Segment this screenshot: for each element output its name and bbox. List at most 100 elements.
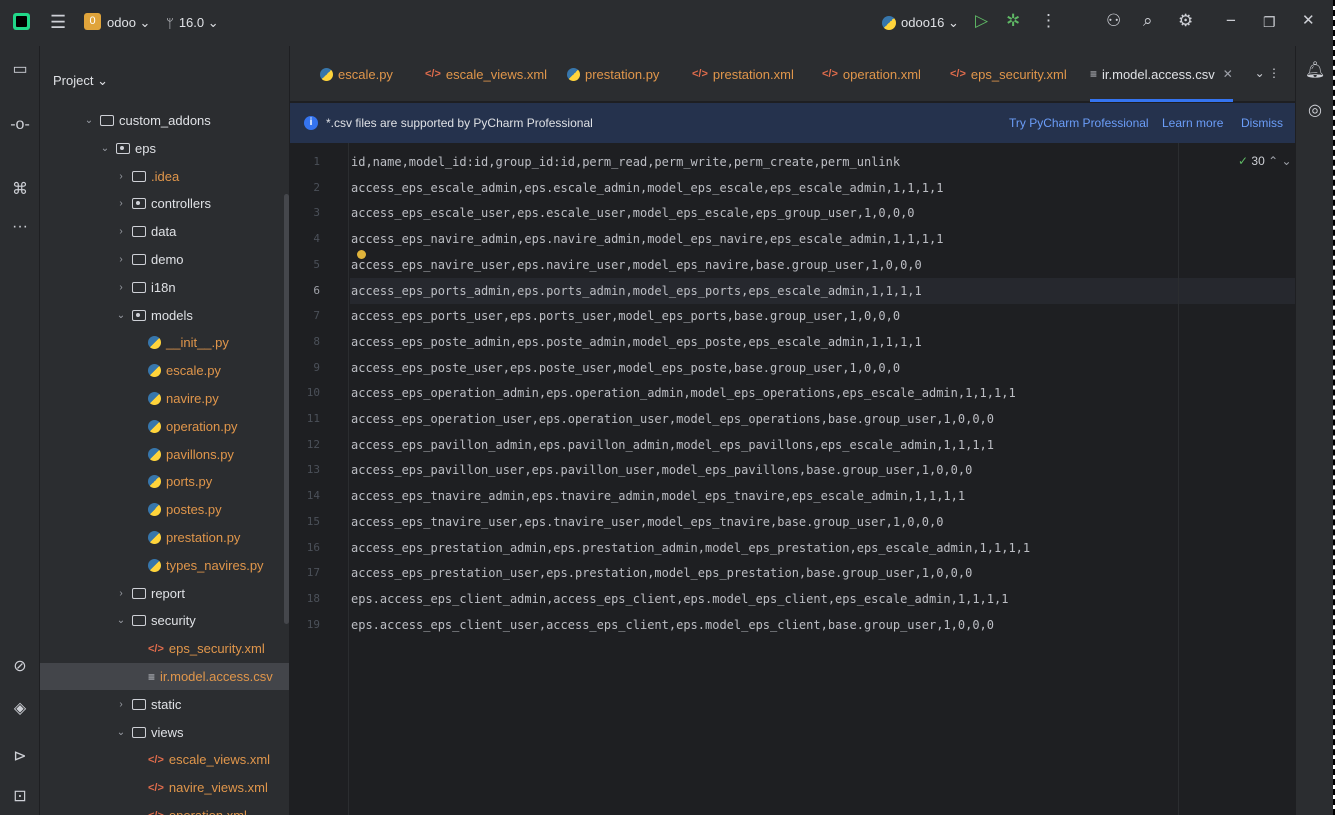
code-line[interactable]: access_eps_pavillon_user,eps.pavillon_us… [350, 457, 1295, 483]
chevron-right-icon[interactable]: › [114, 254, 128, 265]
code-line[interactable]: id,name,model_id:id,group_id:id,perm_rea… [350, 149, 1295, 175]
code-line[interactable]: access_eps_operation_admin,eps.operation… [350, 380, 1295, 406]
chevron-right-icon[interactable]: › [114, 699, 128, 710]
run-icon[interactable]: ▷ [975, 11, 988, 31]
tree-item[interactable]: types_navires.py [40, 552, 289, 579]
tree-item[interactable]: postes.py [40, 496, 289, 523]
code-line[interactable]: eps.access_eps_client_user,access_eps_cl… [350, 612, 1295, 638]
chevron-down-icon[interactable]: ⌄ [114, 727, 128, 738]
tree-item[interactable]: › i18n [40, 274, 289, 301]
chevron-right-icon[interactable]: › [114, 588, 128, 599]
code-line[interactable]: access_eps_operation_user,eps.operation_… [350, 406, 1295, 432]
editor-tab[interactable]: </> prestation.xml [692, 46, 794, 102]
code-line[interactable]: access_eps_ports_user,eps.ports_user,mod… [350, 303, 1295, 329]
services-icon[interactable]: ⊳ [0, 746, 40, 766]
search-icon[interactable]: ⌕ [1143, 11, 1153, 31]
tree-item[interactable]: </> navire_views.xml [40, 774, 289, 801]
code-line[interactable]: access_eps_tnavire_user,eps.tnavire_user… [350, 509, 1295, 535]
project-panel-title[interactable]: Project ⌄ [53, 73, 108, 89]
tree-item[interactable]: › controllers [40, 190, 289, 217]
editor-tab[interactable]: prestation.py [567, 46, 659, 102]
debug-icon[interactable]: ✲ [1006, 11, 1020, 31]
tree-item[interactable]: </> escale_views.xml [40, 746, 289, 773]
tree-item[interactable]: ≡ ir.model.access.csv [40, 663, 289, 690]
chevron-right-icon[interactable]: › [114, 282, 128, 293]
chevron-down-icon[interactable]: ⌄ [82, 115, 96, 126]
tree-item[interactable]: ⌄ security [40, 607, 289, 634]
code-line[interactable]: access_eps_prestation_user,eps.prestatio… [350, 560, 1295, 586]
code-line[interactable]: eps.access_eps_client_admin,access_eps_c… [350, 586, 1295, 612]
python-console-icon[interactable]: ⊘ [0, 656, 40, 676]
editor-tab[interactable]: </> eps_security.xml [950, 46, 1067, 102]
tree-item[interactable]: __init__.py [40, 329, 289, 356]
intention-bulb-icon[interactable] [357, 250, 366, 259]
code-line[interactable]: access_eps_navire_admin,eps.navire_admin… [350, 226, 1295, 252]
learn-more-link[interactable]: Learn more [1162, 116, 1223, 130]
run-config-selector[interactable]: odoo16 ⌄ [882, 15, 959, 31]
try-professional-link[interactable]: Try PyCharm Professional [1009, 116, 1149, 130]
ai-assistant-icon[interactable]: ◎ [1296, 100, 1334, 120]
tree-item[interactable]: ports.py [40, 468, 289, 495]
dismiss-link[interactable]: Dismiss [1241, 116, 1283, 130]
inspection-nav-icon[interactable]: ⌃ ⌄ [1268, 154, 1291, 168]
tree-item[interactable]: ⌄ views [40, 719, 289, 746]
tree-item[interactable]: ⌄ custom_addons [40, 107, 289, 134]
chevron-right-icon[interactable]: › [114, 226, 128, 237]
add-user-icon[interactable]: ⚇ [1106, 11, 1121, 31]
tab-list-menu-icon[interactable]: ⌄ ⋮ [1255, 66, 1280, 80]
tree-item[interactable]: › demo [40, 246, 289, 273]
branch-selector[interactable]: ᛘ 16.0 ⌄ [166, 15, 219, 31]
chevron-right-icon[interactable]: › [114, 171, 128, 182]
code-editor[interactable]: 1 2 3 4 5 6 7 8 9 10 11 12 13 14 15 16 17 18 19 id,name,mo… [290, 143, 1295, 815]
tree-item[interactable]: › report [40, 580, 289, 607]
structure-icon[interactable]: ⌘ [0, 179, 40, 199]
tree-item[interactable]: operation.py [40, 413, 289, 440]
restore-icon[interactable]: ❐ [1263, 14, 1276, 31]
code-line[interactable]: access_eps_pavillon_admin,eps.pavillon_a… [350, 432, 1295, 458]
tree-item[interactable]: navire.py [40, 385, 289, 412]
code-line[interactable]: access_eps_poste_admin,eps.poste_admin,m… [350, 329, 1295, 355]
code-line[interactable]: access_eps_navire_user,eps.navire_user,m… [350, 252, 1295, 278]
tree-item[interactable]: prestation.py [40, 524, 289, 551]
tree-item[interactable]: › static [40, 691, 289, 718]
terminal-icon[interactable]: ⊡ [0, 786, 40, 806]
layers-icon[interactable]: ◈ [0, 698, 40, 718]
close-tab-icon[interactable]: ✕ [1223, 67, 1233, 81]
chevron-down-icon[interactable]: ⌄ [98, 143, 112, 154]
close-window-icon[interactable]: ✕ [1302, 11, 1315, 29]
editor-tab[interactable]: </> escale_views.xml [425, 46, 547, 102]
tree-item[interactable]: › data [40, 218, 289, 245]
settings-icon[interactable]: ⚙ [1178, 11, 1193, 31]
code-line[interactable]: access_eps_tnavire_admin,eps.tnavire_adm… [350, 483, 1295, 509]
inspection-widget[interactable]: ✓ 30 ⌃ ⌄ [1238, 154, 1292, 168]
tree-item[interactable]: </> eps_security.xml [40, 635, 289, 662]
editor-tab[interactable]: </> operation.xml [822, 46, 921, 102]
project-scrollbar[interactable] [284, 194, 289, 624]
code-line[interactable]: access_eps_escale_user,eps.escale_user,m… [350, 200, 1295, 226]
tree-item[interactable]: pavillons.py [40, 441, 289, 468]
more-tools-icon[interactable]: ··· [0, 218, 40, 236]
tree-item[interactable]: › .idea [40, 163, 289, 190]
chevron-down-icon[interactable]: ⌄ [114, 310, 128, 321]
more-actions-icon[interactable]: ⋮ [1040, 11, 1057, 31]
project-selector[interactable]: odoo ⌄ [107, 15, 150, 31]
tree-item[interactable]: ⌄ eps [40, 135, 289, 162]
chevron-down-icon[interactable]: ⌄ [114, 615, 128, 626]
tree-item[interactable]: escale.py [40, 357, 289, 384]
tree-item[interactable]: </> operation.xml [40, 802, 289, 815]
code-line[interactable]: access_eps_prestation_admin,eps.prestati… [350, 535, 1295, 561]
editor-tab[interactable]: ≡ ir.model.access.csv ✕ [1090, 46, 1233, 102]
chevron-right-icon[interactable]: › [114, 198, 128, 209]
project-badge[interactable]: 0 [84, 13, 101, 30]
code-line[interactable]: access_eps_escale_admin,eps.escale_admin… [350, 175, 1295, 201]
project-tool-icon[interactable]: ▭ [0, 59, 40, 79]
minimize-icon[interactable]: − [1226, 11, 1236, 31]
tree-item[interactable]: ⌄ models [40, 302, 289, 329]
code-line[interactable]: access_eps_poste_user,eps.poste_user,mod… [350, 355, 1295, 381]
editor-tab[interactable]: escale.py [320, 46, 393, 102]
code-line[interactable]: access_eps_ports_admin,eps.ports_admin,m… [350, 277, 1295, 304]
main-menu-icon[interactable]: ☰ [50, 12, 66, 33]
commit-icon[interactable]: -o- [0, 116, 40, 134]
notifications-icon[interactable]: 🔔︎ [1296, 60, 1334, 80]
xml-file-icon: </> [148, 781, 164, 794]
